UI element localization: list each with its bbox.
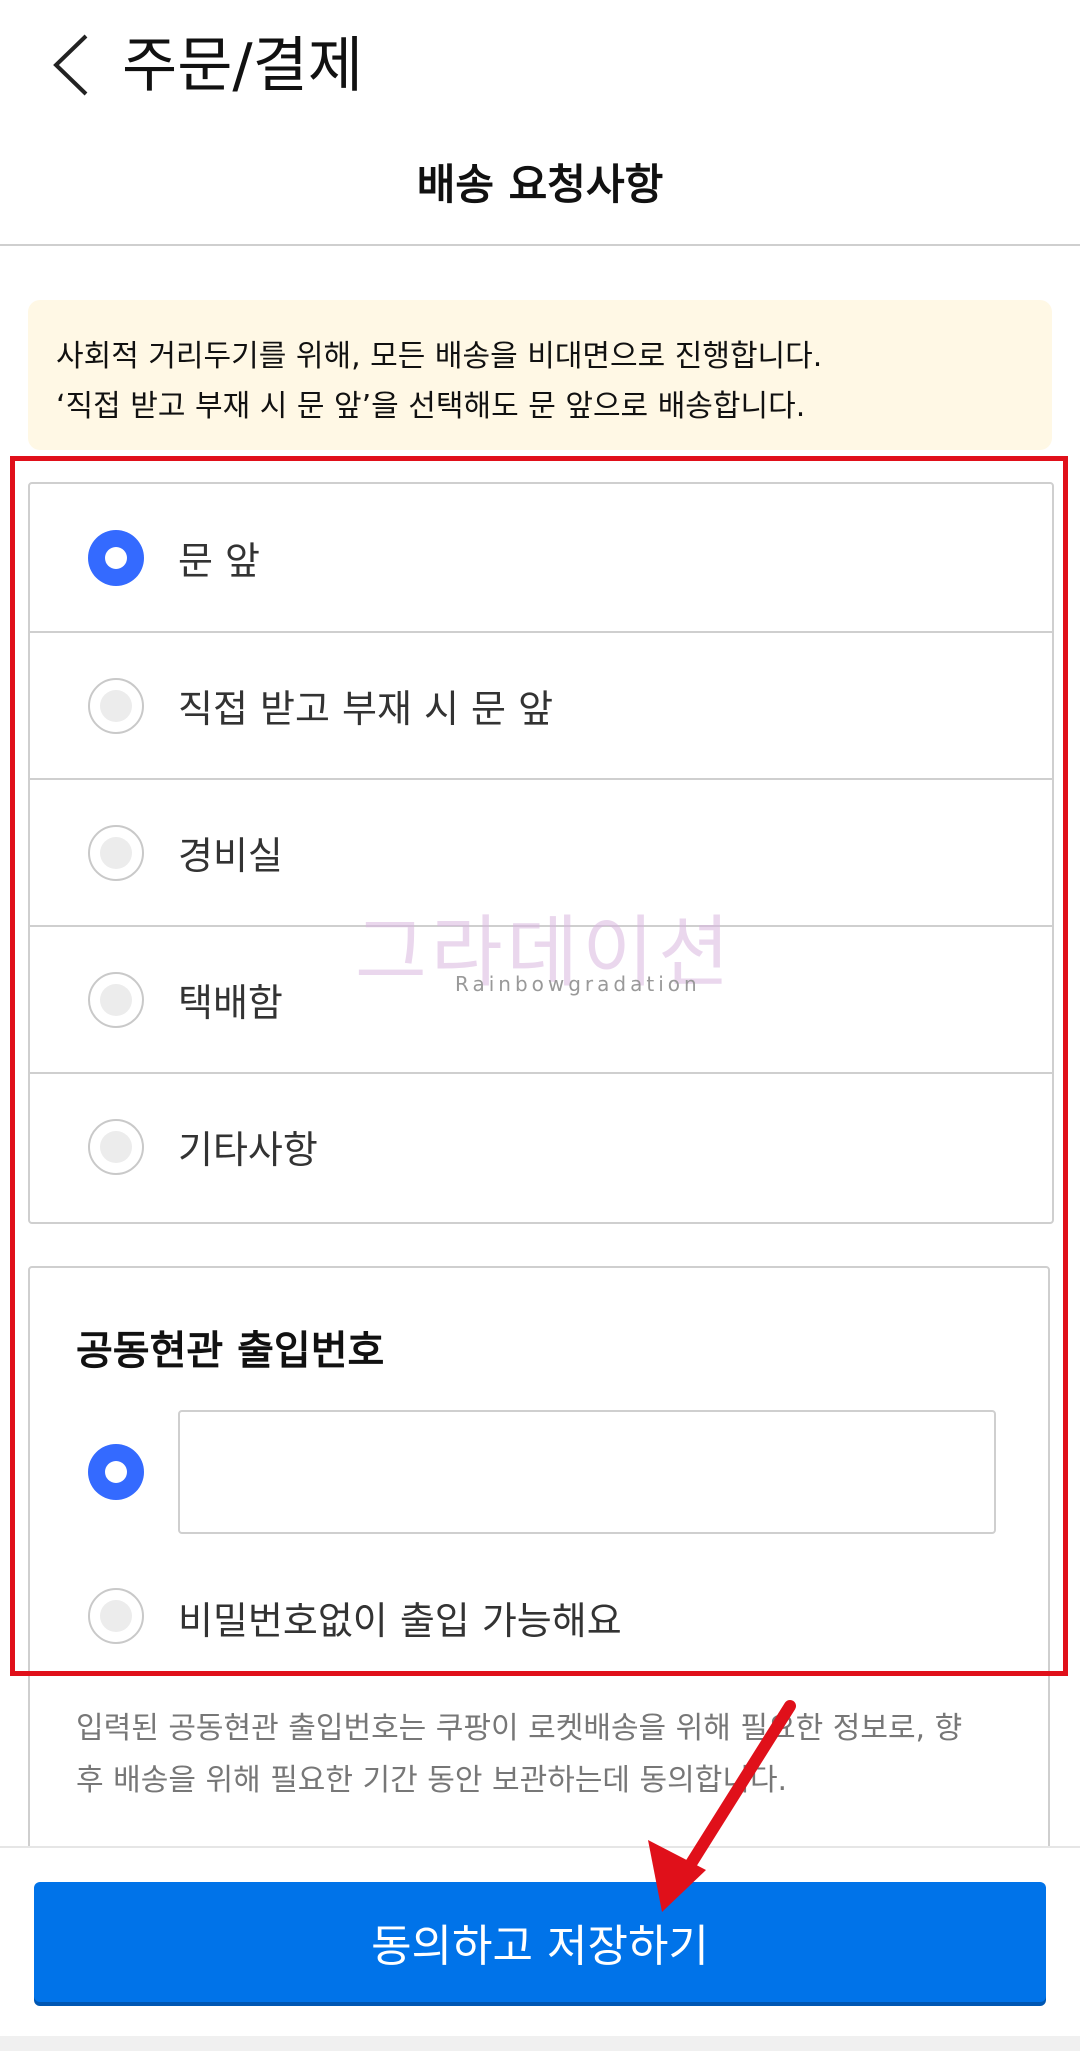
back-button[interactable] bbox=[40, 30, 100, 100]
option-label: 직접 받고 부재 시 문 앞 bbox=[178, 687, 554, 731]
radio-unselected-icon[interactable] bbox=[88, 971, 144, 1028]
radio-unselected-icon[interactable] bbox=[88, 824, 144, 881]
bottom-strip bbox=[0, 2036, 1080, 2051]
agree-and-save-button[interactable]: 동의하고 저장하기 bbox=[34, 1882, 1046, 2002]
no-password-label: 비밀번호없이 출입 가능해요 bbox=[178, 1599, 622, 1643]
consent-text-line-1: 입력된 공동현관 출입번호는 쿠팡이 로켓배송을 위해 필요한 정보로, 향 bbox=[76, 1711, 963, 1746]
top-bar: 주문/결제 bbox=[0, 0, 1080, 130]
radio-unselected-icon[interactable] bbox=[88, 677, 144, 734]
delivery-options: 문 앞 직접 받고 부재 시 문 앞 경비실 택배함 기타사항 bbox=[28, 482, 1054, 1224]
option-direct-or-door[interactable]: 직접 받고 부재 시 문 앞 bbox=[30, 631, 1052, 778]
entrance-code-title: 공동현관 출입번호 bbox=[76, 1328, 385, 1374]
page-title: 주문/결제 bbox=[122, 31, 364, 101]
radio-unselected-icon[interactable] bbox=[88, 1588, 144, 1644]
option-label: 기타사항 bbox=[178, 1128, 318, 1172]
entrance-code-input[interactable] bbox=[178, 1410, 996, 1534]
radio-unselected-icon[interactable] bbox=[88, 1118, 144, 1175]
notice-line-2: ‘직접 받고 부재 시 문 앞’을 선택해도 문 앞으로 배송합니다. bbox=[56, 389, 806, 424]
save-button-label: 동의하고 저장하기 bbox=[371, 1921, 709, 1972]
header-divider bbox=[0, 244, 1080, 246]
notice-banner: 사회적 거리두기를 위해, 모든 배송을 비대면으로 진행합니다. ‘직접 받고… bbox=[28, 300, 1052, 450]
option-other[interactable]: 기타사항 bbox=[30, 1072, 1052, 1219]
radio-selected-icon[interactable] bbox=[88, 1444, 144, 1500]
consent-text-line-2: 후 배송을 위해 필요한 기간 동안 보관하는데 동의합니다. bbox=[76, 1763, 788, 1798]
notice-line-1: 사회적 거리두기를 위해, 모든 배송을 비대면으로 진행합니다. bbox=[56, 339, 823, 374]
option-security-office[interactable]: 경비실 bbox=[30, 778, 1052, 925]
entrance-code-section: 공동현관 출입번호 비밀번호없이 출입 가능해요 입력된 공동현관 출입번호는 … bbox=[28, 1266, 1050, 1866]
option-label: 문 앞 bbox=[178, 539, 260, 583]
option-label: 택배함 bbox=[178, 981, 283, 1025]
option-parcel-locker[interactable]: 택배함 bbox=[30, 925, 1052, 1072]
section-title: 배송 요청사항 bbox=[416, 160, 664, 209]
chevron-left-icon bbox=[53, 34, 88, 96]
option-label: 경비실 bbox=[178, 834, 283, 878]
radio-selected-icon[interactable] bbox=[88, 529, 144, 586]
option-door[interactable]: 문 앞 bbox=[30, 484, 1052, 631]
